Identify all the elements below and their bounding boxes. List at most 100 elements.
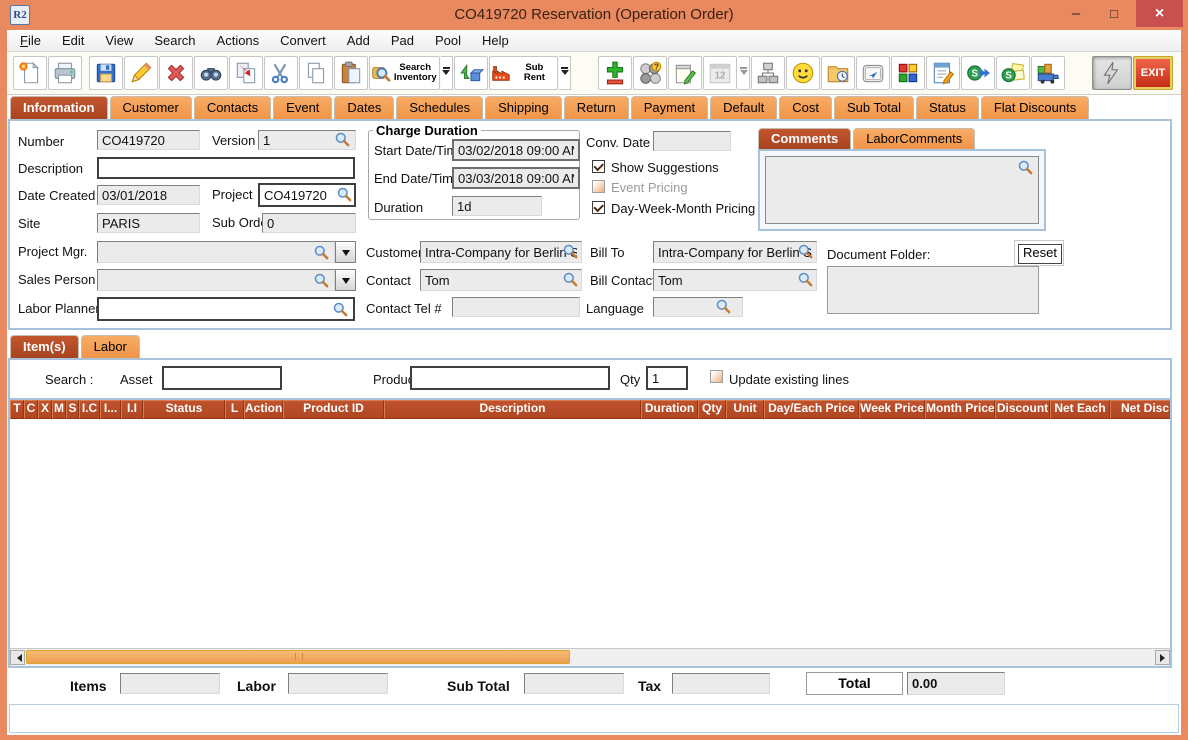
sales-person-field[interactable]: [97, 269, 335, 291]
column-header-c[interactable]: C: [24, 400, 38, 419]
menu-view[interactable]: View: [105, 33, 133, 48]
menu-help[interactable]: Help: [482, 33, 509, 48]
labor-planner-lookup-icon[interactable]: [332, 301, 349, 318]
tab-sub-total[interactable]: Sub Total: [834, 96, 914, 119]
calendar-button[interactable]: 12: [703, 56, 738, 90]
org-chart-button[interactable]: [751, 56, 786, 90]
asset-search-input[interactable]: [162, 366, 282, 390]
day-week-month-pricing-checkbox[interactable]: [592, 201, 605, 214]
end-datetime-field[interactable]: [452, 167, 580, 189]
reset-button[interactable]: Reset: [1018, 244, 1062, 264]
tab-return[interactable]: Return: [563, 96, 629, 119]
project-mgr-dropdown[interactable]: [335, 241, 356, 263]
column-header-net-disc[interactable]: Net Disc: [1110, 400, 1170, 419]
print-button[interactable]: [48, 56, 82, 90]
tab-dates[interactable]: Dates: [334, 96, 395, 119]
menu-pad[interactable]: Pad: [391, 33, 414, 48]
column-header-week-price[interactable]: Week Price: [859, 400, 925, 419]
document-folder-box[interactable]: [827, 266, 1039, 314]
tab-status[interactable]: Status: [915, 96, 979, 119]
show-suggestions-checkbox[interactable]: [592, 160, 605, 173]
money-forward-button[interactable]: S: [961, 56, 996, 90]
maximize-button[interactable]: □: [1096, 0, 1132, 27]
labor-planner-field[interactable]: [97, 297, 355, 321]
menu-file[interactable]: File: [20, 33, 41, 48]
project-lookup-icon[interactable]: [336, 186, 353, 203]
send-key-button[interactable]: [856, 56, 891, 90]
bill-contact-lookup-icon[interactable]: [797, 271, 814, 288]
project-mgr-lookup-icon[interactable]: [313, 244, 330, 261]
tab-event[interactable]: Event: [273, 96, 333, 119]
bill-to-lookup-icon[interactable]: [797, 243, 814, 260]
minimize-button[interactable]: –: [1058, 0, 1094, 27]
cut-button[interactable]: [263, 56, 298, 90]
tab-payment[interactable]: Payment: [630, 96, 709, 119]
contact-field[interactable]: [420, 269, 582, 291]
paste-button[interactable]: [333, 56, 368, 90]
column-header-status[interactable]: Status: [143, 400, 225, 419]
sub-rent-dropdown[interactable]: [559, 56, 572, 90]
scroll-right-button[interactable]: [1155, 650, 1170, 665]
sub-rent-button[interactable]: Sub Rent: [488, 56, 559, 90]
menu-add[interactable]: Add: [347, 33, 370, 48]
project-mgr-field[interactable]: [97, 241, 335, 263]
column-header-duration[interactable]: Duration: [641, 400, 698, 419]
tab-flat-discounts[interactable]: Flat Discounts: [980, 96, 1090, 119]
language-lookup-icon[interactable]: [715, 298, 732, 315]
sales-person-lookup-icon[interactable]: [313, 272, 330, 289]
tab-customer[interactable]: Customer: [109, 96, 192, 119]
convert-shape-button[interactable]: [453, 56, 488, 90]
new-document-button[interactable]: [13, 56, 47, 90]
comments-textarea[interactable]: [765, 156, 1039, 224]
tab-laborcomments[interactable]: LaborComments: [853, 128, 976, 149]
find-button[interactable]: [193, 56, 228, 90]
customer-lookup-icon[interactable]: [562, 243, 579, 260]
menu-convert[interactable]: Convert: [280, 33, 326, 48]
copy-to-new-button[interactable]: [228, 56, 263, 90]
column-header-i-c[interactable]: I.C: [79, 400, 100, 419]
smiley-button[interactable]: [786, 56, 821, 90]
tab-comments[interactable]: Comments: [758, 128, 852, 149]
version-lookup-icon[interactable]: [334, 131, 351, 148]
bill-to-field[interactable]: [653, 241, 817, 263]
copy-button[interactable]: [298, 56, 333, 90]
sales-person-dropdown[interactable]: [335, 269, 356, 291]
notepad-edit-button[interactable]: [668, 56, 703, 90]
column-header-discount[interactable]: Discount: [995, 400, 1050, 419]
tab-information[interactable]: Information: [10, 96, 108, 119]
items-grid-body[interactable]: [10, 419, 1170, 649]
add-remove-button[interactable]: [598, 56, 633, 90]
tab-contacts[interactable]: Contacts: [193, 96, 272, 119]
column-header-day-each-price[interactable]: Day/Each Price: [764, 400, 859, 419]
tab-shipping[interactable]: Shipping: [485, 96, 562, 119]
tab-default[interactable]: Default: [710, 96, 778, 119]
save-button[interactable]: [88, 56, 123, 90]
tab-item-s[interactable]: Item(s): [10, 335, 79, 358]
customer-field[interactable]: [420, 241, 582, 263]
menu-actions[interactable]: Actions: [217, 33, 260, 48]
column-header-t[interactable]: T: [10, 400, 24, 419]
menu-pool[interactable]: Pool: [435, 33, 461, 48]
menu-search[interactable]: Search: [154, 33, 195, 48]
description-field[interactable]: [97, 157, 355, 179]
column-header-product-id[interactable]: Product ID: [283, 400, 384, 419]
lightning-button[interactable]: [1092, 56, 1133, 90]
truck-delivery-button[interactable]: [1031, 56, 1066, 90]
document-edit-button[interactable]: [926, 56, 961, 90]
column-header-i[interactable]: I...: [100, 400, 121, 419]
comments-lookup-icon[interactable]: [1017, 159, 1034, 176]
scroll-left-button[interactable]: [10, 650, 25, 665]
group-question-button[interactable]: ?: [633, 56, 668, 90]
column-header-month-price[interactable]: Month Price: [925, 400, 995, 419]
tab-labor[interactable]: Labor: [80, 335, 140, 358]
color-blocks-button[interactable]: [891, 56, 926, 90]
column-header-x[interactable]: X: [38, 400, 52, 419]
column-header-action[interactable]: Action: [244, 400, 283, 419]
column-header-l[interactable]: L: [225, 400, 244, 419]
contact-lookup-icon[interactable]: [562, 271, 579, 288]
qty-input[interactable]: [646, 366, 688, 390]
column-header-s[interactable]: S: [66, 400, 79, 419]
column-header-m[interactable]: M: [52, 400, 66, 419]
menu-edit[interactable]: Edit: [62, 33, 84, 48]
tab-schedules[interactable]: Schedules: [396, 96, 484, 119]
